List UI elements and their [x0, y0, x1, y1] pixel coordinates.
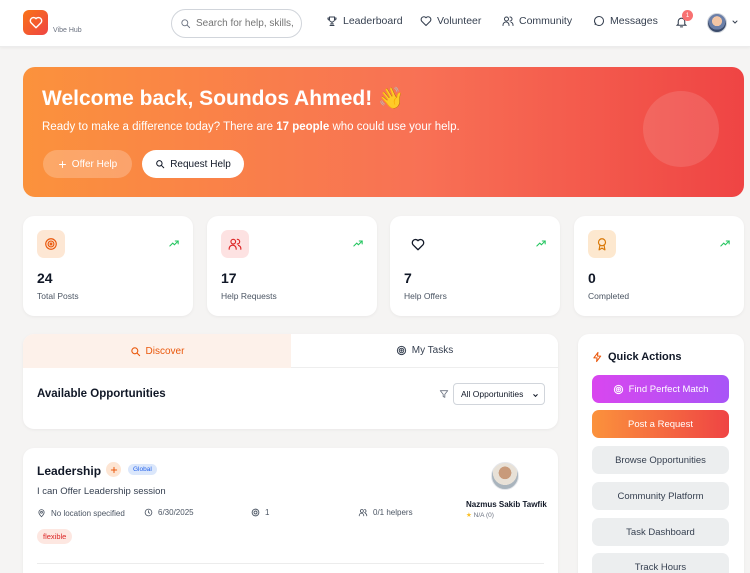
target-icon — [613, 384, 623, 394]
chevron-down-icon[interactable] — [731, 18, 739, 26]
nav-community[interactable]: Community — [502, 15, 572, 27]
opportunities-title: Available Opportunities — [37, 388, 166, 400]
target-icon — [37, 230, 65, 258]
users-icon — [502, 16, 514, 26]
browse-opportunities-button[interactable]: Browse Opportunities — [592, 446, 729, 474]
search-input[interactable] — [196, 18, 296, 29]
nav-leaderboard-label: Leaderboard — [343, 15, 403, 27]
plus-icon — [58, 160, 66, 168]
nav-community-label: Community — [519, 15, 573, 27]
logo[interactable] — [23, 10, 48, 35]
top-navbar: Vibe Hub Leaderboard Volunteer Community… — [0, 0, 750, 47]
opportunity-title: Leadership — [37, 464, 102, 478]
stat-value: 24 — [37, 270, 53, 286]
flexible-tag: flexible — [37, 529, 73, 544]
nav-messages[interactable]: Messages — [593, 15, 658, 27]
track-hours-button[interactable]: Track Hours — [592, 553, 729, 573]
task-dashboard-button[interactable]: Task Dashboard — [592, 518, 729, 546]
stat-card-help-requests: 17 Help Requests — [207, 216, 377, 316]
user-avatar[interactable] — [707, 13, 727, 33]
opportunity-filter-select[interactable]: All Opportunities — [453, 383, 545, 405]
stat-card-total-posts: 24 Total Posts — [23, 216, 193, 316]
stat-card-help-offers: 7 Help Offers — [390, 216, 560, 316]
heart-icon — [404, 230, 432, 258]
quick-actions-title: Quick Actions — [592, 351, 682, 363]
trend-up-icon — [720, 240, 730, 247]
chevron-down-icon — [533, 394, 538, 398]
stat-label: Help Offers — [404, 291, 447, 301]
tab-my-tasks[interactable]: My Tasks — [291, 334, 558, 368]
scope-badge: Global — [128, 464, 157, 475]
post-request-button[interactable]: Post a Request — [592, 410, 729, 438]
offer-help-button[interactable]: Offer Help — [43, 150, 132, 178]
find-perfect-match-button[interactable]: Find Perfect Match — [592, 375, 729, 403]
opportunity-location: No location specified — [37, 508, 125, 518]
tab-discover[interactable]: Discover — [23, 334, 291, 368]
search-icon — [181, 19, 191, 29]
author-avatar[interactable] — [491, 462, 519, 490]
target-icon — [396, 345, 406, 356]
opportunity-date: 6/30/2025 — [144, 508, 194, 517]
stat-label: Completed — [588, 291, 630, 301]
location-pin-icon — [38, 509, 45, 518]
stat-value: 0 — [588, 270, 596, 286]
nav-volunteer-label: Volunteer — [437, 15, 482, 27]
stat-label: Help Requests — [221, 291, 277, 301]
notification-badge: 1 — [682, 10, 693, 21]
decorative-circle — [643, 91, 719, 167]
plus-icon — [106, 462, 121, 477]
trend-up-icon — [169, 240, 179, 247]
opportunity-count: 1 — [251, 508, 269, 517]
welcome-subtext: Ready to make a difference today? There … — [42, 121, 460, 133]
search-icon — [130, 346, 140, 356]
trend-up-icon — [353, 240, 363, 247]
star-icon: ★ — [466, 512, 472, 519]
message-icon — [594, 16, 604, 26]
award-icon — [588, 230, 616, 258]
heart-logo-icon — [29, 16, 42, 29]
search-box[interactable] — [171, 9, 302, 38]
clock-icon — [144, 508, 153, 517]
opportunities-panel: Discover My Tasks Available Opportunitie… — [23, 334, 558, 429]
brand-name: Vibe Hub — [53, 27, 82, 34]
author-rating: ★ N/A (0) — [466, 512, 494, 519]
nav-volunteer[interactable]: Volunteer — [420, 15, 481, 27]
quick-actions-panel: Quick Actions Find Perfect Match Post a … — [578, 334, 744, 573]
opportunity-card[interactable]: Leadership Global I can Offer Leadership… — [23, 448, 558, 573]
heart-icon — [420, 16, 432, 27]
lightning-icon — [593, 351, 602, 363]
filter-icon — [439, 390, 449, 398]
opportunity-description: I can Offer Leadership session — [37, 486, 166, 497]
stat-value: 7 — [404, 270, 412, 286]
stat-value: 17 — [221, 270, 237, 286]
opportunity-helpers: 0/1 helpers — [358, 508, 413, 517]
search-icon — [156, 160, 165, 169]
author-name[interactable]: Nazmus Sakib Tawfik — [466, 500, 547, 509]
nav-leaderboard[interactable]: Leaderboard — [326, 15, 403, 27]
nav-messages-label: Messages — [610, 15, 658, 27]
request-help-button[interactable]: Request Help — [142, 150, 244, 178]
target-icon — [251, 508, 260, 517]
welcome-banner: Welcome back, Soundos Ahmed! 👋 Ready to … — [23, 67, 744, 197]
trophy-icon — [327, 16, 337, 26]
trend-up-icon — [536, 240, 546, 247]
divider — [37, 563, 544, 564]
stat-label: Total Posts — [37, 291, 79, 301]
welcome-heading: Welcome back, Soundos Ahmed! 👋 — [42, 87, 405, 110]
users-icon — [358, 509, 368, 517]
users-icon — [221, 230, 249, 258]
stat-card-completed: 0 Completed — [574, 216, 744, 316]
people-count: 17 people — [276, 121, 330, 133]
community-platform-button[interactable]: Community Platform — [592, 482, 729, 510]
